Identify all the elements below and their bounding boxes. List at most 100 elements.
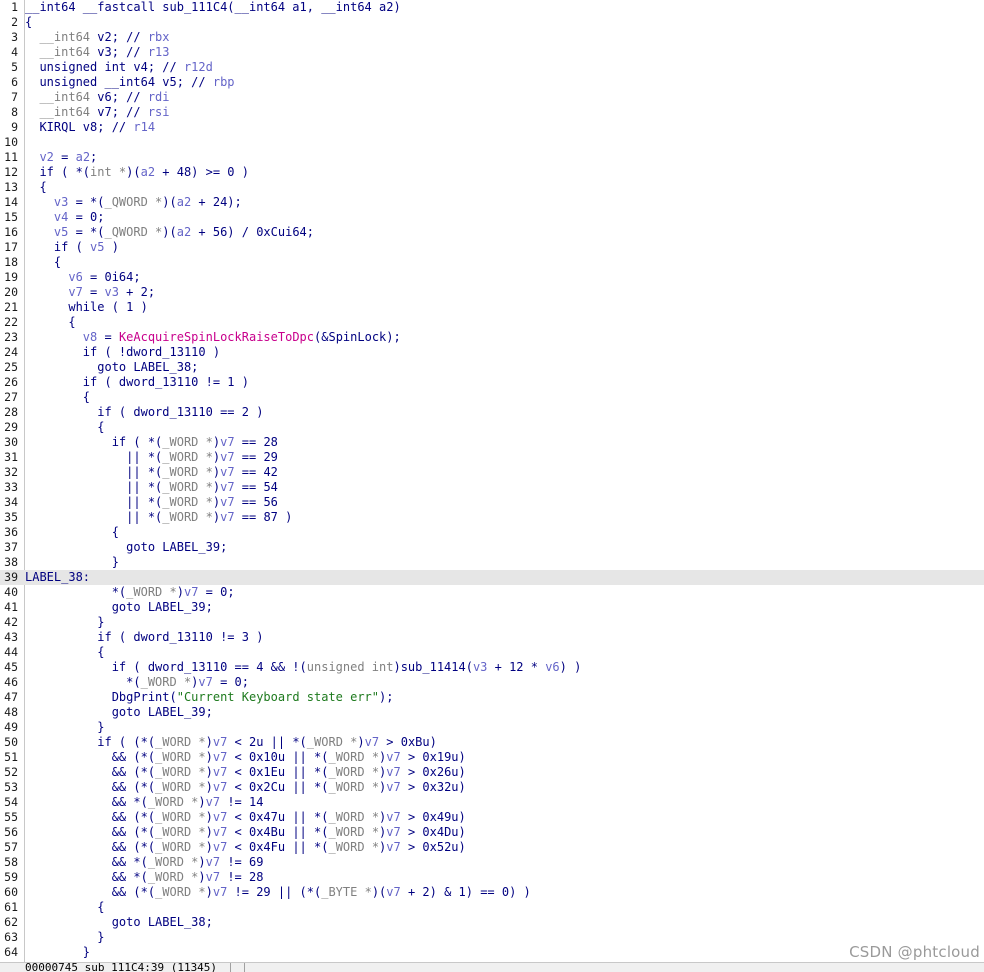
code-text: || *(_WORD *)v7 == 87 ) bbox=[25, 510, 292, 525]
code-line[interactable]: 16 v5 = *(_QWORD *)(a2 + 56) / 0xCui64; bbox=[0, 225, 984, 240]
code-line[interactable]: 42 } bbox=[0, 615, 984, 630]
code-line[interactable]: 23 v8 = KeAcquireSpinLockRaiseToDpc(&Spi… bbox=[0, 330, 984, 345]
code-line[interactable]: 24 if ( !dword_13110 ) bbox=[0, 345, 984, 360]
code-token: DbgPrint( bbox=[25, 690, 177, 704]
code-line[interactable]: 18 { bbox=[0, 255, 984, 270]
code-line[interactable]: 22 { bbox=[0, 315, 984, 330]
code-token: = 0; bbox=[198, 585, 235, 599]
code-token: { bbox=[25, 255, 62, 269]
code-line[interactable]: 21 while ( 1 ) bbox=[0, 300, 984, 315]
code-line[interactable]: 54 && *(_WORD *)v7 != 14 bbox=[0, 795, 984, 810]
code-line[interactable]: 51 && (*(_WORD *)v7 < 0x10u || *(_WORD *… bbox=[0, 750, 984, 765]
code-text: __int64 v2; // rbx bbox=[25, 30, 169, 45]
code-line[interactable]: 61 { bbox=[0, 900, 984, 915]
code-token: > 0x4Du) bbox=[400, 825, 466, 839]
code-line[interactable]: 64 } bbox=[0, 945, 984, 960]
code-line[interactable]: 7 __int64 v6; // rdi bbox=[0, 90, 984, 105]
code-line[interactable]: 62 goto LABEL_38; bbox=[0, 915, 984, 930]
code-line[interactable]: 28 if ( dword_13110 == 2 ) bbox=[0, 405, 984, 420]
code-line[interactable]: 1 __int64 __fastcall sub_111C4(__int64 a1… bbox=[0, 0, 984, 15]
code-line[interactable]: 14 v3 = *(_QWORD *)(a2 + 24); bbox=[0, 195, 984, 210]
code-line[interactable]: 17 if ( v5 ) bbox=[0, 240, 984, 255]
code-line[interactable]: 26 if ( dword_13110 != 1 ) bbox=[0, 375, 984, 390]
code-token: > 0x52u) bbox=[400, 840, 466, 854]
line-number: 36 bbox=[4, 525, 18, 539]
code-line[interactable]: 59 && *(_WORD *)v7 != 28 bbox=[0, 870, 984, 885]
code-text: while ( 1 ) bbox=[25, 300, 147, 315]
code-token: a2 bbox=[75, 150, 91, 164]
line-number: 47 bbox=[4, 690, 18, 704]
code-line[interactable]: 2{ bbox=[0, 15, 984, 30]
code-line[interactable]: 31 || *(_WORD *)v7 == 29 bbox=[0, 450, 984, 465]
code-line[interactable]: 56 && (*(_WORD *)v7 < 0x4Bu || *(_WORD *… bbox=[0, 825, 984, 840]
line-number: 9 bbox=[11, 120, 18, 134]
code-line[interactable]: 35 || *(_WORD *)v7 == 87 ) bbox=[0, 510, 984, 525]
code-token: != 14 bbox=[220, 795, 264, 809]
code-line[interactable]: 41 goto LABEL_39; bbox=[0, 600, 984, 615]
code-line[interactable]: 13 { bbox=[0, 180, 984, 195]
code-token: v7 bbox=[198, 675, 213, 689]
code-text: DbgPrint("Current Keyboard state err"); bbox=[25, 690, 394, 705]
code-line[interactable]: 3 __int64 v2; // rbx bbox=[0, 30, 984, 45]
code-line[interactable]: 29 { bbox=[0, 420, 984, 435]
line-number: 35 bbox=[4, 510, 18, 524]
code-line[interactable]: 34 || *(_WORD *)v7 == 56 bbox=[0, 495, 984, 510]
code-line[interactable]: 39 LABEL_38: bbox=[0, 570, 984, 585]
code-line[interactable]: 46 *(_WORD *)v7 = 0; bbox=[0, 675, 984, 690]
code-line[interactable]: 50 if ( (*(_WORD *)v7 < 2u || *(_WORD *)… bbox=[0, 735, 984, 750]
code-line[interactable]: 47 DbgPrint("Current Keyboard state err"… bbox=[0, 690, 984, 705]
code-token: v3 bbox=[104, 285, 119, 299]
code-line[interactable]: 12 if ( *(int *)(a2 + 48) >= 0 ) bbox=[0, 165, 984, 180]
code-line[interactable]: 44 { bbox=[0, 645, 984, 660]
code-line[interactable]: 9 KIRQL v8; // r14 bbox=[0, 120, 984, 135]
code-line[interactable]: 63 } bbox=[0, 930, 984, 945]
code-token: _WORD * bbox=[162, 495, 213, 509]
code-line[interactable]: 4 __int64 v3; // r13 bbox=[0, 45, 984, 60]
code-token: v3; // bbox=[90, 45, 148, 59]
code-token: if ( dword_13110 == 2 ) bbox=[25, 405, 264, 419]
code-line[interactable]: 53 && (*(_WORD *)v7 < 0x2Cu || *(_WORD *… bbox=[0, 780, 984, 795]
code-token: if ( *( bbox=[25, 435, 163, 449]
code-line[interactable]: 20 v7 = v3 + 2; bbox=[0, 285, 984, 300]
code-line[interactable]: 27 { bbox=[0, 390, 984, 405]
code-line[interactable]: 55 && (*(_WORD *)v7 < 0x47u || *(_WORD *… bbox=[0, 810, 984, 825]
code-text: v2 = a2; bbox=[25, 150, 97, 165]
code-line[interactable]: 8 __int64 v7; // rsi bbox=[0, 105, 984, 120]
code-token: rdi bbox=[147, 90, 170, 104]
code-text: goto LABEL_38; bbox=[25, 915, 213, 930]
code-text: goto LABEL_39; bbox=[25, 600, 213, 615]
code-token: ) bbox=[205, 750, 213, 764]
code-token: )( bbox=[162, 195, 177, 209]
code-line[interactable]: 52 && (*(_WORD *)v7 < 0x1Eu || *(_WORD *… bbox=[0, 765, 984, 780]
code-line[interactable]: 60 && (*(_WORD *)v7 != 29 || (*(_BYTE *)… bbox=[0, 885, 984, 900]
code-token: v6 bbox=[545, 660, 560, 674]
code-line[interactable]: 45 if ( dword_13110 == 4 && !(unsigned i… bbox=[0, 660, 984, 675]
code-line[interactable]: 32 || *(_WORD *)v7 == 42 bbox=[0, 465, 984, 480]
code-line[interactable]: 58 && *(_WORD *)v7 != 69 bbox=[0, 855, 984, 870]
pseudocode-view[interactable]: 1 __int64 __fastcall sub_111C4(__int64 a1… bbox=[0, 0, 984, 960]
code-line[interactable]: 40 *(_WORD *)v7 = 0; bbox=[0, 585, 984, 600]
code-line[interactable]: 11 v2 = a2; bbox=[0, 150, 984, 165]
code-line[interactable]: 37 goto LABEL_39; bbox=[0, 540, 984, 555]
code-token: v7 bbox=[220, 465, 235, 479]
code-line[interactable]: 36 { bbox=[0, 525, 984, 540]
code-line[interactable]: 5 unsigned int v4; // r12d bbox=[0, 60, 984, 75]
code-line[interactable]: 33 || *(_WORD *)v7 == 54 bbox=[0, 480, 984, 495]
code-line[interactable]: 57 && (*(_WORD *)v7 < 0x4Fu || *(_WORD *… bbox=[0, 840, 984, 855]
code-text: if ( v5 ) bbox=[25, 240, 119, 255]
line-number: 33 bbox=[4, 480, 18, 494]
code-token: = bbox=[97, 330, 119, 344]
code-line[interactable]: 48 goto LABEL_39; bbox=[0, 705, 984, 720]
code-line[interactable]: 49 } bbox=[0, 720, 984, 735]
code-line[interactable]: 15 v4 = 0; bbox=[0, 210, 984, 225]
code-line[interactable]: 10 bbox=[0, 135, 984, 150]
code-token: ; bbox=[90, 150, 98, 164]
code-line[interactable]: 38 } bbox=[0, 555, 984, 570]
line-number: 22 bbox=[4, 315, 18, 329]
code-line[interactable]: 25 goto LABEL_38; bbox=[0, 360, 984, 375]
code-line[interactable]: 6 unsigned __int64 v5; // rbp bbox=[0, 75, 984, 90]
code-line[interactable]: 43 if ( dword_13110 != 3 ) bbox=[0, 630, 984, 645]
code-line[interactable]: 30 if ( *(_WORD *)v7 == 28 bbox=[0, 435, 984, 450]
code-token: == 42 bbox=[234, 465, 278, 479]
code-line[interactable]: 19 v6 = 0i64; bbox=[0, 270, 984, 285]
